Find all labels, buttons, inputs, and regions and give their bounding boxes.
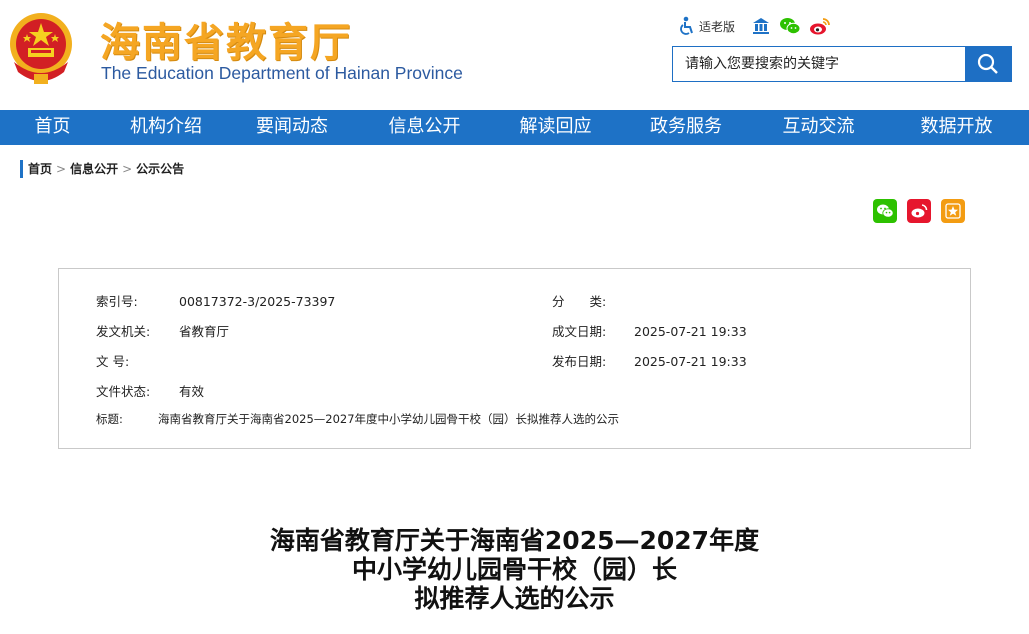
nav-item-about[interactable]: 机构介绍 xyxy=(105,110,227,145)
info-status-label: 文件状态: xyxy=(96,384,151,399)
info-written-date: 成文日期: 2025-07-21 19:33 xyxy=(552,321,747,340)
breadcrumb-separator: > xyxy=(56,162,67,176)
info-written-label: 成文日期: xyxy=(552,324,607,339)
main-nav: 首页 机构介绍 要闻动态 信息公开 解读回应 政务服务 互动交流 数据开放 xyxy=(0,110,1029,145)
share-bar xyxy=(873,199,965,223)
wechat-icon xyxy=(877,204,894,218)
breadcrumb: 首页 > 信息公开 > 公示公告 xyxy=(20,160,184,178)
info-issuer-value: 省教育厅 xyxy=(179,324,230,339)
elder-mode-label: 适老版 xyxy=(699,19,736,34)
info-index-value: 00817372-3/2025-73397 xyxy=(179,294,336,309)
nav-item-services[interactable]: 政务服务 xyxy=(619,110,753,145)
search-input[interactable] xyxy=(673,47,965,81)
elder-mode-link[interactable]: 适老版 xyxy=(678,16,743,36)
info-published-label: 发布日期: xyxy=(552,354,607,369)
site-header: 海南省教育厅 The Education Department of Haina… xyxy=(0,0,1029,110)
breadcrumb-home[interactable]: 首页 xyxy=(28,160,52,178)
header-tools: 适老版 xyxy=(678,14,839,38)
search-icon xyxy=(977,53,998,74)
weibo-link[interactable] xyxy=(809,16,831,36)
accessibility-icon xyxy=(680,16,693,35)
share-wechat-button[interactable] xyxy=(873,199,897,223)
info-index-label: 索引号: xyxy=(96,294,138,309)
nav-item-disclosure[interactable]: 信息公开 xyxy=(357,110,492,145)
search-button[interactable] xyxy=(965,47,1011,81)
info-title-value: 海南省教育厅关于海南省2025—2027年度中小学幼儿园骨干校（园）长拟推荐人选… xyxy=(158,412,620,426)
star-icon xyxy=(945,203,961,219)
info-issuer: 发文机关: 省教育厅 xyxy=(96,321,229,340)
national-emblem-icon xyxy=(10,13,72,84)
article-title-line: 中小学幼儿园骨干校（园）长 xyxy=(351,555,677,584)
info-status: 文件状态: 有效 xyxy=(96,381,204,400)
info-docno-label: 文 号: xyxy=(96,354,130,369)
info-category-label: 分 类: xyxy=(552,294,607,309)
nav-item-interpretation[interactable]: 解读回应 xyxy=(492,110,619,145)
info-title-label: 标题: xyxy=(96,412,123,426)
breadcrumb-notices[interactable]: 公示公告 xyxy=(136,160,184,178)
nav-item-interaction[interactable]: 互动交流 xyxy=(753,110,884,145)
mobile-site-link[interactable] xyxy=(751,16,771,36)
nav-item-home[interactable]: 首页 xyxy=(0,110,105,145)
info-title: 标题: 海南省教育厅关于海南省2025—2027年度中小学幼儿园骨干校（园）长拟推… xyxy=(96,411,619,427)
info-issuer-label: 发文机关: xyxy=(96,324,151,339)
info-index: 索引号: 00817372-3/2025-73397 xyxy=(96,291,335,310)
nav-item-news[interactable]: 要闻动态 xyxy=(227,110,357,145)
document-info-box: 索引号: 00817372-3/2025-73397 分 类: 发文机关: 省教育厅… xyxy=(58,268,971,449)
mobile-site-icon xyxy=(753,18,770,34)
breadcrumb-separator: > xyxy=(122,162,133,176)
article-title: 海南省教育厅关于海南省2025—2027年度 中小学幼儿园骨干校（园）长 拟推荐… xyxy=(0,526,1029,613)
site-title-cn[interactable]: 海南省教育厅 xyxy=(100,10,352,68)
info-category: 分 类: xyxy=(552,291,634,310)
info-published-value: 2025-07-21 19:33 xyxy=(634,354,747,369)
site-search xyxy=(672,46,1012,82)
info-written-value: 2025-07-21 19:33 xyxy=(634,324,747,339)
article-title-line: 海南省教育厅关于海南省2025—2027年度 xyxy=(269,526,760,555)
site-title-en: The Education Department of Hainan Provi… xyxy=(101,63,463,83)
breadcrumb-disclosure[interactable]: 信息公开 xyxy=(70,160,118,178)
article-title-line: 拟推荐人选的公示 xyxy=(414,584,615,613)
nav-item-open-data[interactable]: 数据开放 xyxy=(884,110,1029,145)
wechat-link[interactable] xyxy=(779,16,801,36)
weibo-icon xyxy=(911,204,928,218)
share-favorite-button[interactable] xyxy=(941,199,965,223)
info-docno: 文 号: xyxy=(96,351,179,370)
info-published-date: 发布日期: 2025-07-21 19:33 xyxy=(552,351,747,370)
share-weibo-button[interactable] xyxy=(907,199,931,223)
wechat-icon xyxy=(780,18,801,35)
weibo-icon xyxy=(810,18,830,35)
info-status-value: 有效 xyxy=(179,384,205,399)
